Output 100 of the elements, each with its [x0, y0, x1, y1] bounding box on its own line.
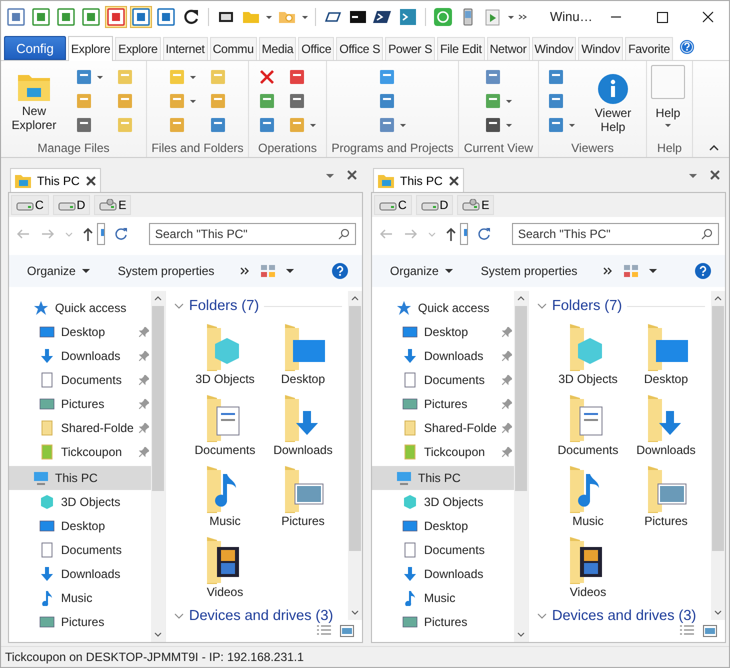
up-arrow-icon[interactable] [445, 226, 457, 242]
ribbon-tab[interactable]: Media [258, 37, 296, 60]
nav-item[interactable]: Music [372, 586, 514, 610]
folder-item[interactable]: Downloads [264, 388, 342, 459]
nav-item[interactable]: Shared-Folde [9, 416, 151, 440]
ribbon-tab[interactable]: Windov [578, 37, 624, 60]
nav-item[interactable]: Documents [9, 368, 151, 392]
dropdown-icon[interactable] [688, 172, 698, 180]
ribbon-tab[interactable]: Commu [210, 37, 257, 60]
nav-item[interactable]: Pictures [9, 610, 151, 634]
ribbon-tab[interactable]: Windov [532, 37, 576, 60]
address-bar-icon[interactable] [97, 223, 105, 245]
scrollbar-thumb[interactable] [712, 306, 724, 551]
view-grid-icon[interactable] [623, 264, 640, 278]
nav-item[interactable]: Downloads [372, 562, 514, 586]
help-icon[interactable] [695, 263, 711, 279]
section-header[interactable]: Devices and drives (3) [189, 608, 334, 624]
pane-tab[interactable]: This PC [10, 168, 101, 192]
caret-icon[interactable] [649, 268, 658, 274]
nav-item[interactable]: Pictures [372, 392, 514, 416]
folder-item[interactable]: Pictures [627, 459, 705, 530]
chevron-down-icon[interactable] [537, 302, 547, 310]
nav-item[interactable]: Desktop [372, 514, 514, 538]
nav-item[interactable]: Documents [372, 538, 514, 562]
close-icon[interactable] [347, 170, 357, 180]
chevron-down-icon[interactable] [174, 612, 184, 620]
help-icon[interactable] [332, 263, 348, 279]
scroll-down-icon[interactable] [713, 609, 723, 617]
nav-item[interactable]: This PC [9, 466, 151, 490]
nav-item[interactable]: Downloads [9, 562, 151, 586]
ribbon-tab[interactable]: File Edit [437, 37, 485, 60]
ribbon-tab[interactable]: Explore [115, 37, 161, 60]
large-icons-view-icon[interactable] [703, 625, 717, 637]
nav-item[interactable]: Downloads [9, 344, 151, 368]
config-tab[interactable]: Config [4, 36, 66, 60]
section-header[interactable]: Devices and drives (3) [552, 608, 696, 624]
chevron-icon[interactable] [603, 266, 614, 276]
scroll-up-icon[interactable] [350, 294, 360, 302]
dropdown-icon[interactable] [325, 172, 335, 180]
section-header[interactable]: Folders (7) [552, 298, 622, 314]
ribbon-tab[interactable]: Power S [385, 37, 436, 60]
nav-item[interactable]: Desktop [9, 320, 151, 344]
chevron-down-icon[interactable] [174, 302, 184, 310]
ribbon-tab[interactable]: Networ [486, 37, 530, 60]
folder-item[interactable]: Documents [186, 388, 264, 459]
chevron-down-icon[interactable] [537, 612, 547, 620]
folder-item[interactable]: Desktop [264, 317, 342, 388]
nav-item[interactable]: Tickcoupon [9, 440, 151, 464]
nav-item[interactable]: Quick access [372, 296, 514, 320]
scroll-up-icon[interactable] [713, 294, 723, 302]
nav-item[interactable]: Desktop [9, 514, 151, 538]
drive-button[interactable]: D [52, 195, 90, 215]
details-view-icon[interactable] [679, 625, 695, 637]
drive-button[interactable]: E [457, 195, 494, 215]
nav-item[interactable]: Desktop [372, 320, 514, 344]
close-icon[interactable] [86, 176, 96, 186]
scroll-down-icon[interactable] [516, 631, 526, 639]
ribbon-tab[interactable]: Office S [336, 37, 384, 60]
scroll-down-icon[interactable] [350, 609, 360, 617]
nav-item[interactable]: 3D Objects [9, 490, 151, 514]
nav-item[interactable]: This PC [372, 466, 514, 490]
folder-item[interactable]: 3D Objects [549, 317, 627, 388]
pane-tab[interactable]: This PC [373, 168, 464, 192]
drive-button[interactable]: C [374, 195, 412, 215]
section-header[interactable]: Folders (7) [189, 298, 260, 314]
search-icon[interactable] [701, 228, 713, 240]
drive-button[interactable]: E [94, 195, 132, 215]
folder-item[interactable]: Pictures [264, 459, 342, 530]
scrollbar-thumb[interactable] [152, 306, 164, 491]
nav-item[interactable]: Documents [9, 538, 151, 562]
x-mark-icon[interactable] [258, 68, 276, 86]
close-icon[interactable] [448, 176, 459, 186]
chevron-icon[interactable] [240, 266, 250, 276]
viewer-help-button[interactable]: Viewer Help [584, 65, 642, 141]
address-bar-icon[interactable] [460, 223, 468, 245]
help-button[interactable]: Help [651, 65, 685, 141]
nav-item[interactable]: 3D Objects [372, 490, 514, 514]
nav-item[interactable]: Documents [372, 368, 514, 392]
nav-item[interactable]: Tickcoupon [372, 440, 514, 464]
drive-button[interactable]: D [416, 195, 454, 215]
organize-menu[interactable]: Organize [388, 262, 455, 280]
folder-item[interactable]: Videos [186, 530, 264, 601]
nav-item[interactable]: Downloads [372, 344, 514, 368]
scrollbar-thumb[interactable] [515, 306, 527, 491]
details-view-icon[interactable] [316, 625, 332, 637]
ribbon-tab[interactable]: Office [298, 37, 334, 60]
view-grid-icon[interactable] [260, 264, 276, 278]
scroll-up-icon[interactable] [153, 294, 163, 302]
scroll-up-icon[interactable] [516, 294, 526, 302]
command-button[interactable]: System properties [116, 262, 216, 280]
ribbon-tab[interactable]: Favorite [625, 37, 673, 60]
scrollbar-thumb[interactable] [349, 306, 361, 551]
nav-item[interactable]: Quick access [9, 296, 151, 320]
up-arrow-icon[interactable] [82, 226, 94, 242]
close-icon[interactable] [710, 170, 720, 180]
nav-item[interactable]: Pictures [372, 610, 514, 634]
new-explorer-button[interactable]: New Explorer [5, 65, 63, 141]
drive-button[interactable]: C [11, 195, 49, 215]
nav-item[interactable]: Shared-Folde [372, 416, 514, 440]
nav-item[interactable]: Music [9, 586, 151, 610]
